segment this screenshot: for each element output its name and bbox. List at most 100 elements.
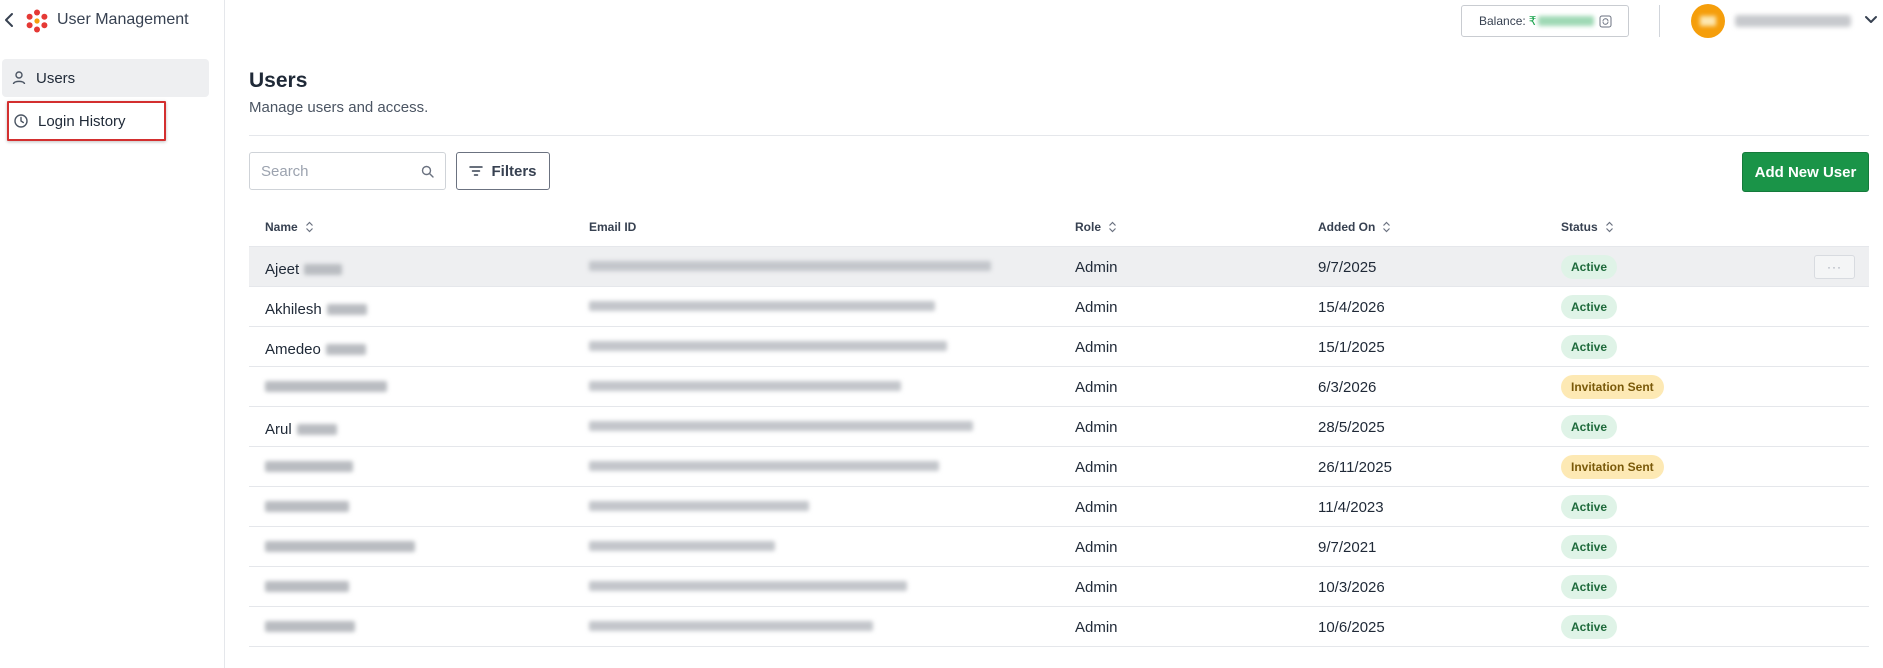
table-row[interactable]: Admin 10/3/2026 Active — [249, 567, 1869, 607]
redacted-text — [265, 541, 415, 552]
sidebar-header: User Management — [0, 0, 225, 42]
user-email — [589, 461, 939, 471]
table-row[interactable]: Amedeo Admin 15/1/2025 Active — [249, 327, 1869, 367]
sort-icon — [1109, 221, 1116, 233]
status-cell: Invitation Sent — [1561, 455, 1664, 479]
sort-icon — [305, 221, 313, 233]
user-name: Amedeo — [265, 341, 366, 358]
column-label: Email ID — [589, 220, 637, 234]
user-icon — [11, 70, 27, 86]
status-badge: Invitation Sent — [1561, 455, 1664, 479]
user-added-on: 11/4/2023 — [1318, 499, 1384, 516]
user-email — [589, 581, 907, 591]
avatar[interactable] — [1691, 4, 1725, 38]
balance-chip[interactable]: Balance: ₹ — [1461, 5, 1629, 37]
chevron-left-icon[interactable] — [2, 11, 16, 29]
user-role: Admin — [1075, 459, 1118, 476]
status-cell: Invitation Sent — [1561, 375, 1664, 399]
table-row[interactable]: Ajeet Admin 9/7/2025 Active ··· — [249, 247, 1869, 287]
sort-icon — [1605, 221, 1613, 233]
column-header-name[interactable]: Name — [265, 220, 314, 234]
search-icon[interactable] — [421, 165, 434, 178]
status-badge: Active — [1561, 575, 1618, 599]
table-row[interactable]: Admin 26/11/2025 Invitation Sent — [249, 447, 1869, 487]
user-role: Admin — [1075, 579, 1118, 596]
search-input[interactable] — [261, 162, 411, 180]
sidebar-item-label: Login History — [38, 112, 126, 130]
status-cell: Active — [1561, 255, 1618, 279]
user-email — [589, 301, 935, 311]
table-row[interactable]: Admin 10/6/2025 Active — [249, 607, 1869, 647]
user-name — [265, 501, 349, 512]
redacted-text — [296, 424, 337, 435]
balance-value-redacted — [1538, 16, 1595, 26]
table-row[interactable]: Admin 9/7/2021 Active — [249, 527, 1869, 567]
user-name: Arul — [265, 421, 337, 438]
status-cell: Active — [1561, 495, 1618, 519]
sidebar-item-users[interactable]: Users — [2, 59, 209, 97]
redacted-text — [589, 581, 907, 591]
column-header-role[interactable]: Role — [1075, 220, 1117, 234]
status-badge: Active — [1561, 535, 1618, 559]
user-email — [589, 261, 991, 271]
redacted-text — [265, 381, 387, 392]
status-cell: Active — [1561, 535, 1618, 559]
user-name — [265, 581, 349, 592]
redacted-text — [265, 621, 355, 632]
column-header-email: Email ID — [589, 220, 636, 234]
status-badge: Active — [1561, 415, 1618, 439]
column-label: Added On — [1318, 220, 1376, 234]
sort-icon — [1383, 221, 1391, 233]
status-badge: Invitation Sent — [1561, 375, 1664, 399]
chevron-down-icon[interactable] — [1864, 14, 1878, 26]
column-label: Status — [1561, 220, 1598, 234]
table-row[interactable]: Arul Admin 28/5/2025 Active — [249, 407, 1869, 447]
sidebar-item-login-history[interactable]: Login History — [7, 101, 166, 141]
user-role: Admin — [1075, 339, 1118, 356]
user-email — [589, 381, 901, 391]
status-cell: Active — [1561, 415, 1618, 439]
user-name — [265, 461, 353, 472]
filters-button[interactable]: Filters — [456, 152, 550, 190]
redacted-text — [589, 461, 939, 471]
column-header-added-on[interactable]: Added On — [1318, 220, 1391, 234]
first-name: Akhilesh — [265, 301, 322, 318]
row-actions-button[interactable]: ··· — [1814, 255, 1855, 279]
user-name — [265, 381, 387, 392]
first-name: Arul — [265, 421, 292, 438]
status-cell: Active — [1561, 615, 1618, 639]
user-email — [589, 341, 947, 351]
user-name: Akhilesh — [265, 301, 367, 318]
status-cell: Active — [1561, 295, 1618, 319]
user-email — [589, 621, 873, 631]
user-role: Admin — [1075, 499, 1118, 516]
add-new-user-button[interactable]: Add New User — [1742, 152, 1869, 192]
clock-icon — [13, 113, 29, 129]
redacted-text — [589, 341, 947, 351]
status-cell: Active — [1561, 335, 1618, 359]
user-added-on: 9/7/2025 — [1318, 259, 1377, 276]
column-header-status[interactable]: Status — [1561, 220, 1614, 234]
currency-symbol: ₹ — [1528, 14, 1537, 28]
username-redacted[interactable] — [1735, 15, 1851, 27]
balance-label: Balance: — [1479, 14, 1526, 28]
user-email — [589, 541, 775, 551]
redacted-text — [589, 261, 991, 271]
table-row[interactable]: Akhilesh Admin 15/4/2026 Active — [249, 287, 1869, 327]
redacted-text — [265, 581, 349, 592]
sidebar: User Management Users Login History — [0, 0, 225, 668]
user-role: Admin — [1075, 619, 1118, 636]
first-name: Amedeo — [265, 341, 321, 358]
status-badge: Active — [1561, 495, 1618, 519]
refresh-icon[interactable] — [1599, 15, 1612, 28]
user-added-on: 10/6/2025 — [1318, 619, 1385, 636]
status-badge: Active — [1561, 255, 1618, 279]
status-badge: Active — [1561, 335, 1618, 359]
redacted-text — [589, 621, 873, 631]
user-role: Admin — [1075, 259, 1118, 276]
users-table: Name Email ID Role Added On Status Ajeet… — [249, 207, 1869, 647]
table-row[interactable]: Admin 6/3/2026 Invitation Sent — [249, 367, 1869, 407]
search-box — [249, 152, 446, 190]
table-row[interactable]: Admin 11/4/2023 Active — [249, 487, 1869, 527]
redacted-text — [265, 501, 349, 512]
